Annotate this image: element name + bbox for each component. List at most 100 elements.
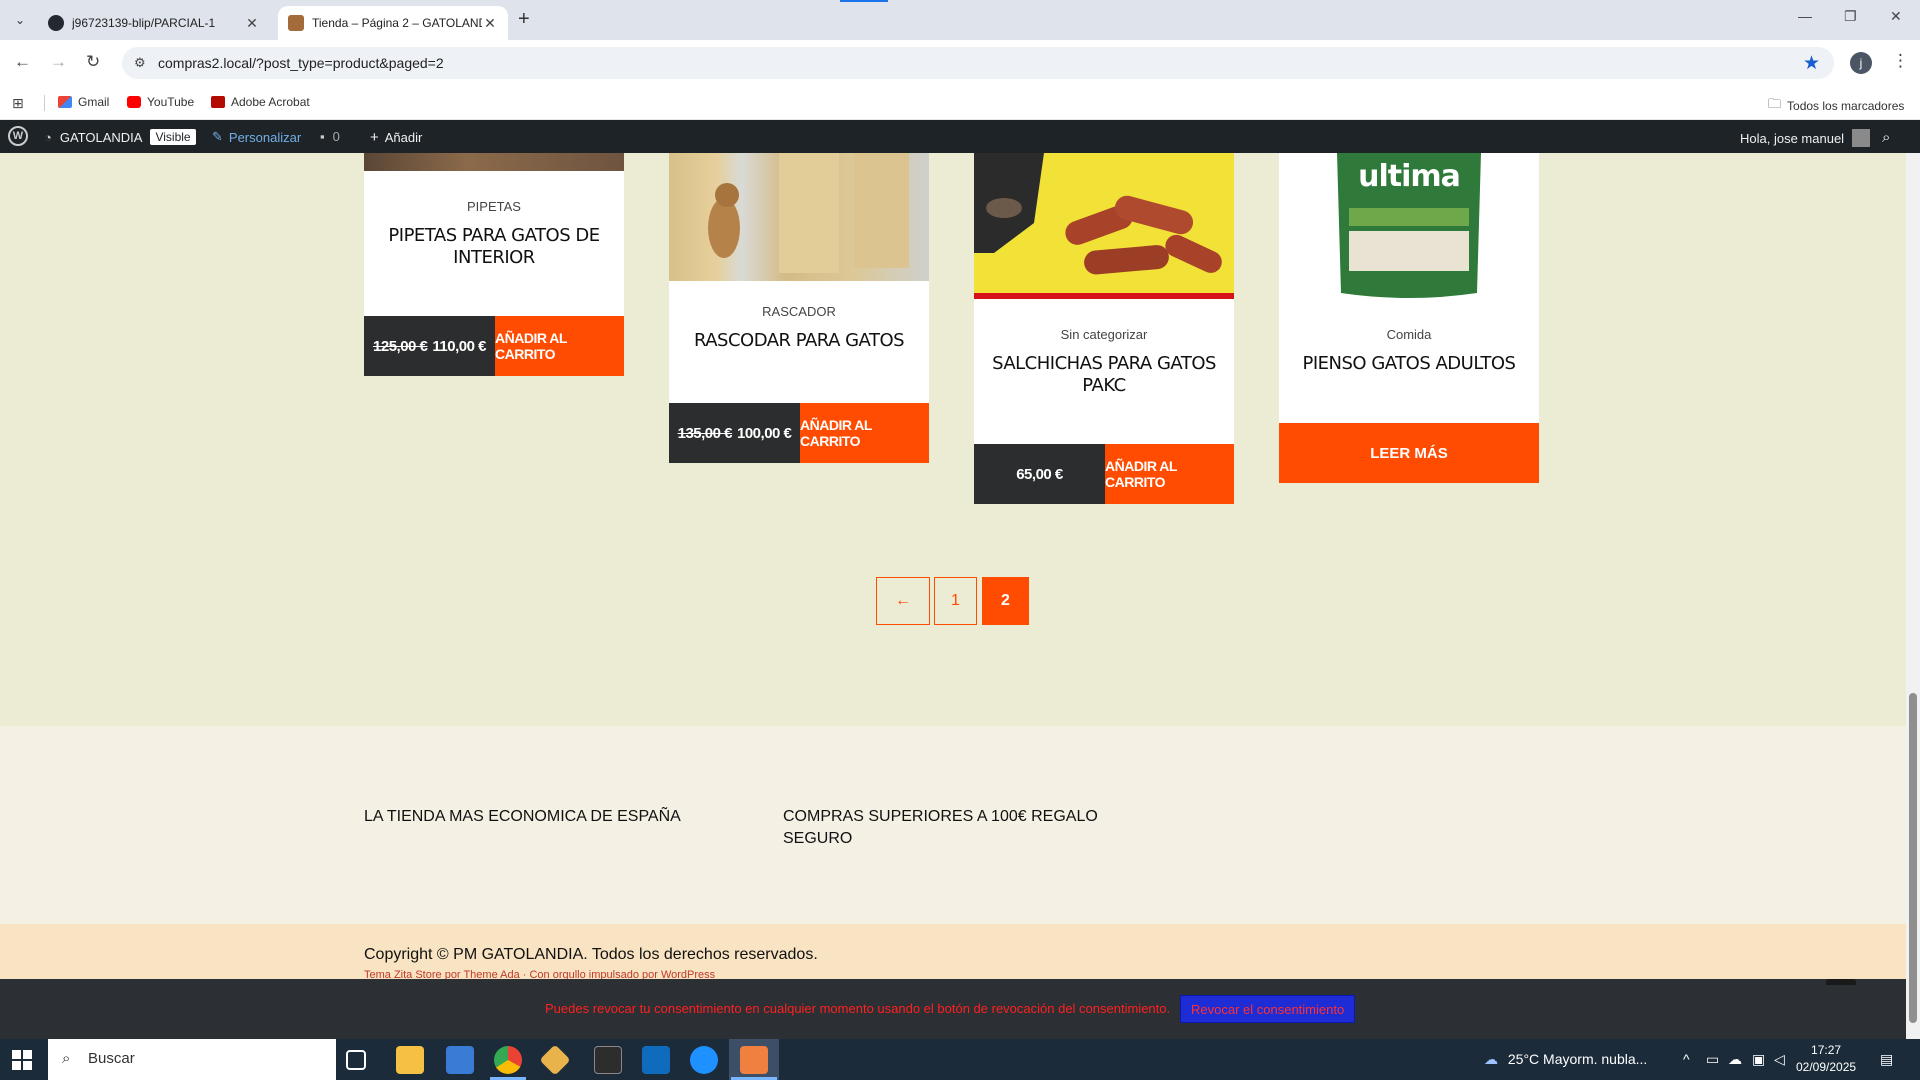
plus-icon: + xyxy=(370,129,379,146)
product-image[interactable] xyxy=(974,153,1234,299)
consent-message: Puedes revocar tu consentimiento en cual… xyxy=(545,1001,1171,1016)
tab-search-button[interactable]: ⌄ xyxy=(8,9,32,31)
bookmark-label: YouTube xyxy=(147,95,195,109)
bookmark-star-icon[interactable]: ★ xyxy=(1803,52,1820,75)
product-title[interactable]: PIENSO GATOS ADULTOS xyxy=(1289,353,1529,375)
product-category[interactable]: PIPETAS xyxy=(364,199,624,214)
close-window-button[interactable]: ✕ xyxy=(1890,8,1902,25)
sale-price: 110,00 € xyxy=(432,337,486,355)
add-to-cart-button[interactable]: AÑADIR AL CARRITO xyxy=(495,316,624,376)
bookmark-gmail[interactable]: Gmail xyxy=(58,95,109,109)
github-icon xyxy=(48,15,64,31)
wordpress-logo-icon[interactable]: W xyxy=(8,126,28,146)
restore-button[interactable]: ❐ xyxy=(1844,8,1857,25)
profile-avatar[interactable]: j xyxy=(1850,52,1872,74)
wp-admin-bar: W ◔ GATOLANDIA Visible ✎ Personalizar ▪ … xyxy=(0,120,1920,153)
product-title[interactable]: RASCODAR PARA GATOS xyxy=(679,330,919,352)
bookmark-youtube[interactable]: YouTube xyxy=(127,95,194,109)
cloud-icon: ☁ xyxy=(1484,1051,1498,1067)
back-arrow-icon[interactable]: ← xyxy=(14,52,31,72)
cloud-sync-icon[interactable]: ☁ xyxy=(1728,1051,1742,1068)
product-title[interactable]: PIPETAS PARA GATOS DE INTERIOR xyxy=(374,225,614,269)
taskbar-search-input[interactable]: ⌕ Buscar xyxy=(48,1039,336,1080)
address-bar[interactable]: ⚙ compras2.local/?post_type=product&page… xyxy=(122,47,1834,79)
product-category[interactable]: Sin categorizar xyxy=(974,327,1234,342)
site-info-icon[interactable]: ⚙ xyxy=(134,55,146,71)
chrome-icon[interactable] xyxy=(494,1046,522,1074)
tray-chevron-icon[interactable]: ^ xyxy=(1683,1051,1690,1067)
footer-widget-1: LA TIENDA MAS ECONOMICA DE ESPAÑA xyxy=(364,808,681,825)
pagination-page-1[interactable]: 1 xyxy=(934,577,977,625)
product-category[interactable]: RASCADOR xyxy=(669,304,929,319)
site-name-text: GATOLANDIA xyxy=(59,129,143,145)
add-new-link[interactable]: + Añadir xyxy=(370,129,422,146)
minimize-button[interactable]: — xyxy=(1798,8,1812,24)
customize-link[interactable]: ✎ Personalizar xyxy=(212,129,301,145)
reload-icon[interactable]: ↻ xyxy=(86,52,100,72)
comments-link[interactable]: ▪ 0 xyxy=(320,129,340,144)
consent-tab[interactable] xyxy=(1826,979,1856,985)
product-card: PIPETAS PIPETAS PARA GATOS DE INTERIOR 1… xyxy=(364,153,624,376)
add-to-cart-button[interactable]: AÑADIR AL CARRITO xyxy=(1105,444,1234,504)
bookmark-label: Todos los marcadores xyxy=(1787,99,1905,113)
file-explorer-icon[interactable] xyxy=(396,1046,424,1074)
task-view-icon[interactable] xyxy=(346,1050,366,1070)
account-menu[interactable]: Hola, jose manuel xyxy=(1740,129,1871,147)
weather-widget[interactable]: ☁ 25°C Mayorm. nubla... xyxy=(1484,1051,1647,1068)
add-new-text: Añadir xyxy=(384,130,423,145)
dashboard-icon: ◔ xyxy=(44,129,52,145)
bookmarks-bar: ⊞ Gmail YouTube Adobe Acrobat 🗀 Todos lo… xyxy=(0,86,1920,120)
clock-date: 02/09/2025 xyxy=(1796,1060,1857,1074)
volume-muted-icon[interactable]: ◁ xyxy=(1774,1051,1785,1068)
scrollbar-thumb[interactable] xyxy=(1909,693,1917,1023)
tab-title: j96723139-blip/PARCIAL-1 xyxy=(72,16,216,30)
edge-icon[interactable] xyxy=(690,1046,718,1074)
system-clock[interactable]: 17:27 02/09/2025 xyxy=(1796,1042,1856,1076)
xampp-icon[interactable] xyxy=(740,1046,768,1074)
terminal-icon[interactable] xyxy=(594,1046,622,1074)
bookmark-adobe-acrobat[interactable]: Adobe Acrobat xyxy=(211,95,310,109)
store-icon[interactable] xyxy=(446,1046,474,1074)
all-bookmarks-folder[interactable]: 🗀 Todos los marcadores xyxy=(1768,95,1904,117)
tab-github[interactable]: j96723139-blip/PARCIAL-1 ✕ xyxy=(38,6,270,40)
consent-banner: Puedes revocar tu consentimiento en cual… xyxy=(0,979,1906,1039)
food-bag-brand: ultima xyxy=(1358,159,1461,194)
pagination-prev[interactable]: ← xyxy=(876,577,930,625)
notifications-icon[interactable]: ▤ xyxy=(1880,1051,1893,1068)
sale-price: 100,00 € xyxy=(737,424,792,442)
admin-site-name[interactable]: ◔ GATOLANDIA Visible xyxy=(44,129,196,145)
product-image[interactable] xyxy=(364,153,624,171)
revoke-consent-button[interactable]: Revocar el consentimiento xyxy=(1180,995,1356,1023)
add-to-cart-button[interactable]: AÑADIR AL CARRITO xyxy=(800,403,929,463)
footer-widgets: LA TIENDA MAS ECONOMICA DE ESPAÑA COMPRA… xyxy=(0,726,1906,924)
cat-scratcher-illustration xyxy=(708,153,909,273)
tab-tienda[interactable]: Tienda – Página 2 – GATOLANDIA ✕ xyxy=(278,6,508,40)
url-text[interactable]: compras2.local/?post_type=product&paged=… xyxy=(158,55,444,71)
pagination-page-2: 2 xyxy=(982,577,1029,625)
browser-menu-icon[interactable]: ⋮ xyxy=(1892,51,1909,71)
sausages-illustration xyxy=(974,153,1234,299)
product-category[interactable]: Comida xyxy=(1279,327,1539,342)
product-title[interactable]: SALCHICHAS PARA GATOS PAKC xyxy=(984,353,1224,397)
git-app-icon[interactable] xyxy=(539,1044,571,1076)
apps-grid-icon[interactable]: ⊞ xyxy=(12,95,24,112)
outlook-icon[interactable] xyxy=(642,1046,670,1074)
acrobat-icon xyxy=(211,96,225,108)
comments-count: 0 xyxy=(332,129,340,144)
old-price: 125,00 € xyxy=(373,337,428,355)
product-image[interactable]: ultima xyxy=(1279,153,1539,299)
page-scrollbar[interactable] xyxy=(1906,153,1920,1039)
close-tab-icon[interactable]: ✕ xyxy=(482,15,498,32)
gmail-icon xyxy=(58,96,72,108)
footer-credits[interactable]: Tema Zita Store por Theme Ada · Con orgu… xyxy=(364,969,715,979)
new-tab-button[interactable]: + xyxy=(518,8,530,31)
read-more-button[interactable]: LEER MÁS xyxy=(1279,423,1539,483)
loading-indicator xyxy=(840,0,888,2)
forward-arrow-icon[interactable]: → xyxy=(50,52,67,72)
admin-search-icon[interactable]: ⌕ xyxy=(1882,129,1890,146)
product-image[interactable] xyxy=(669,153,929,281)
close-tab-icon[interactable]: ✕ xyxy=(244,15,260,32)
network-icon[interactable]: ▣ xyxy=(1752,1051,1765,1068)
windows-start-icon[interactable] xyxy=(12,1050,32,1070)
meet-icon[interactable]: ▭ xyxy=(1706,1051,1719,1068)
